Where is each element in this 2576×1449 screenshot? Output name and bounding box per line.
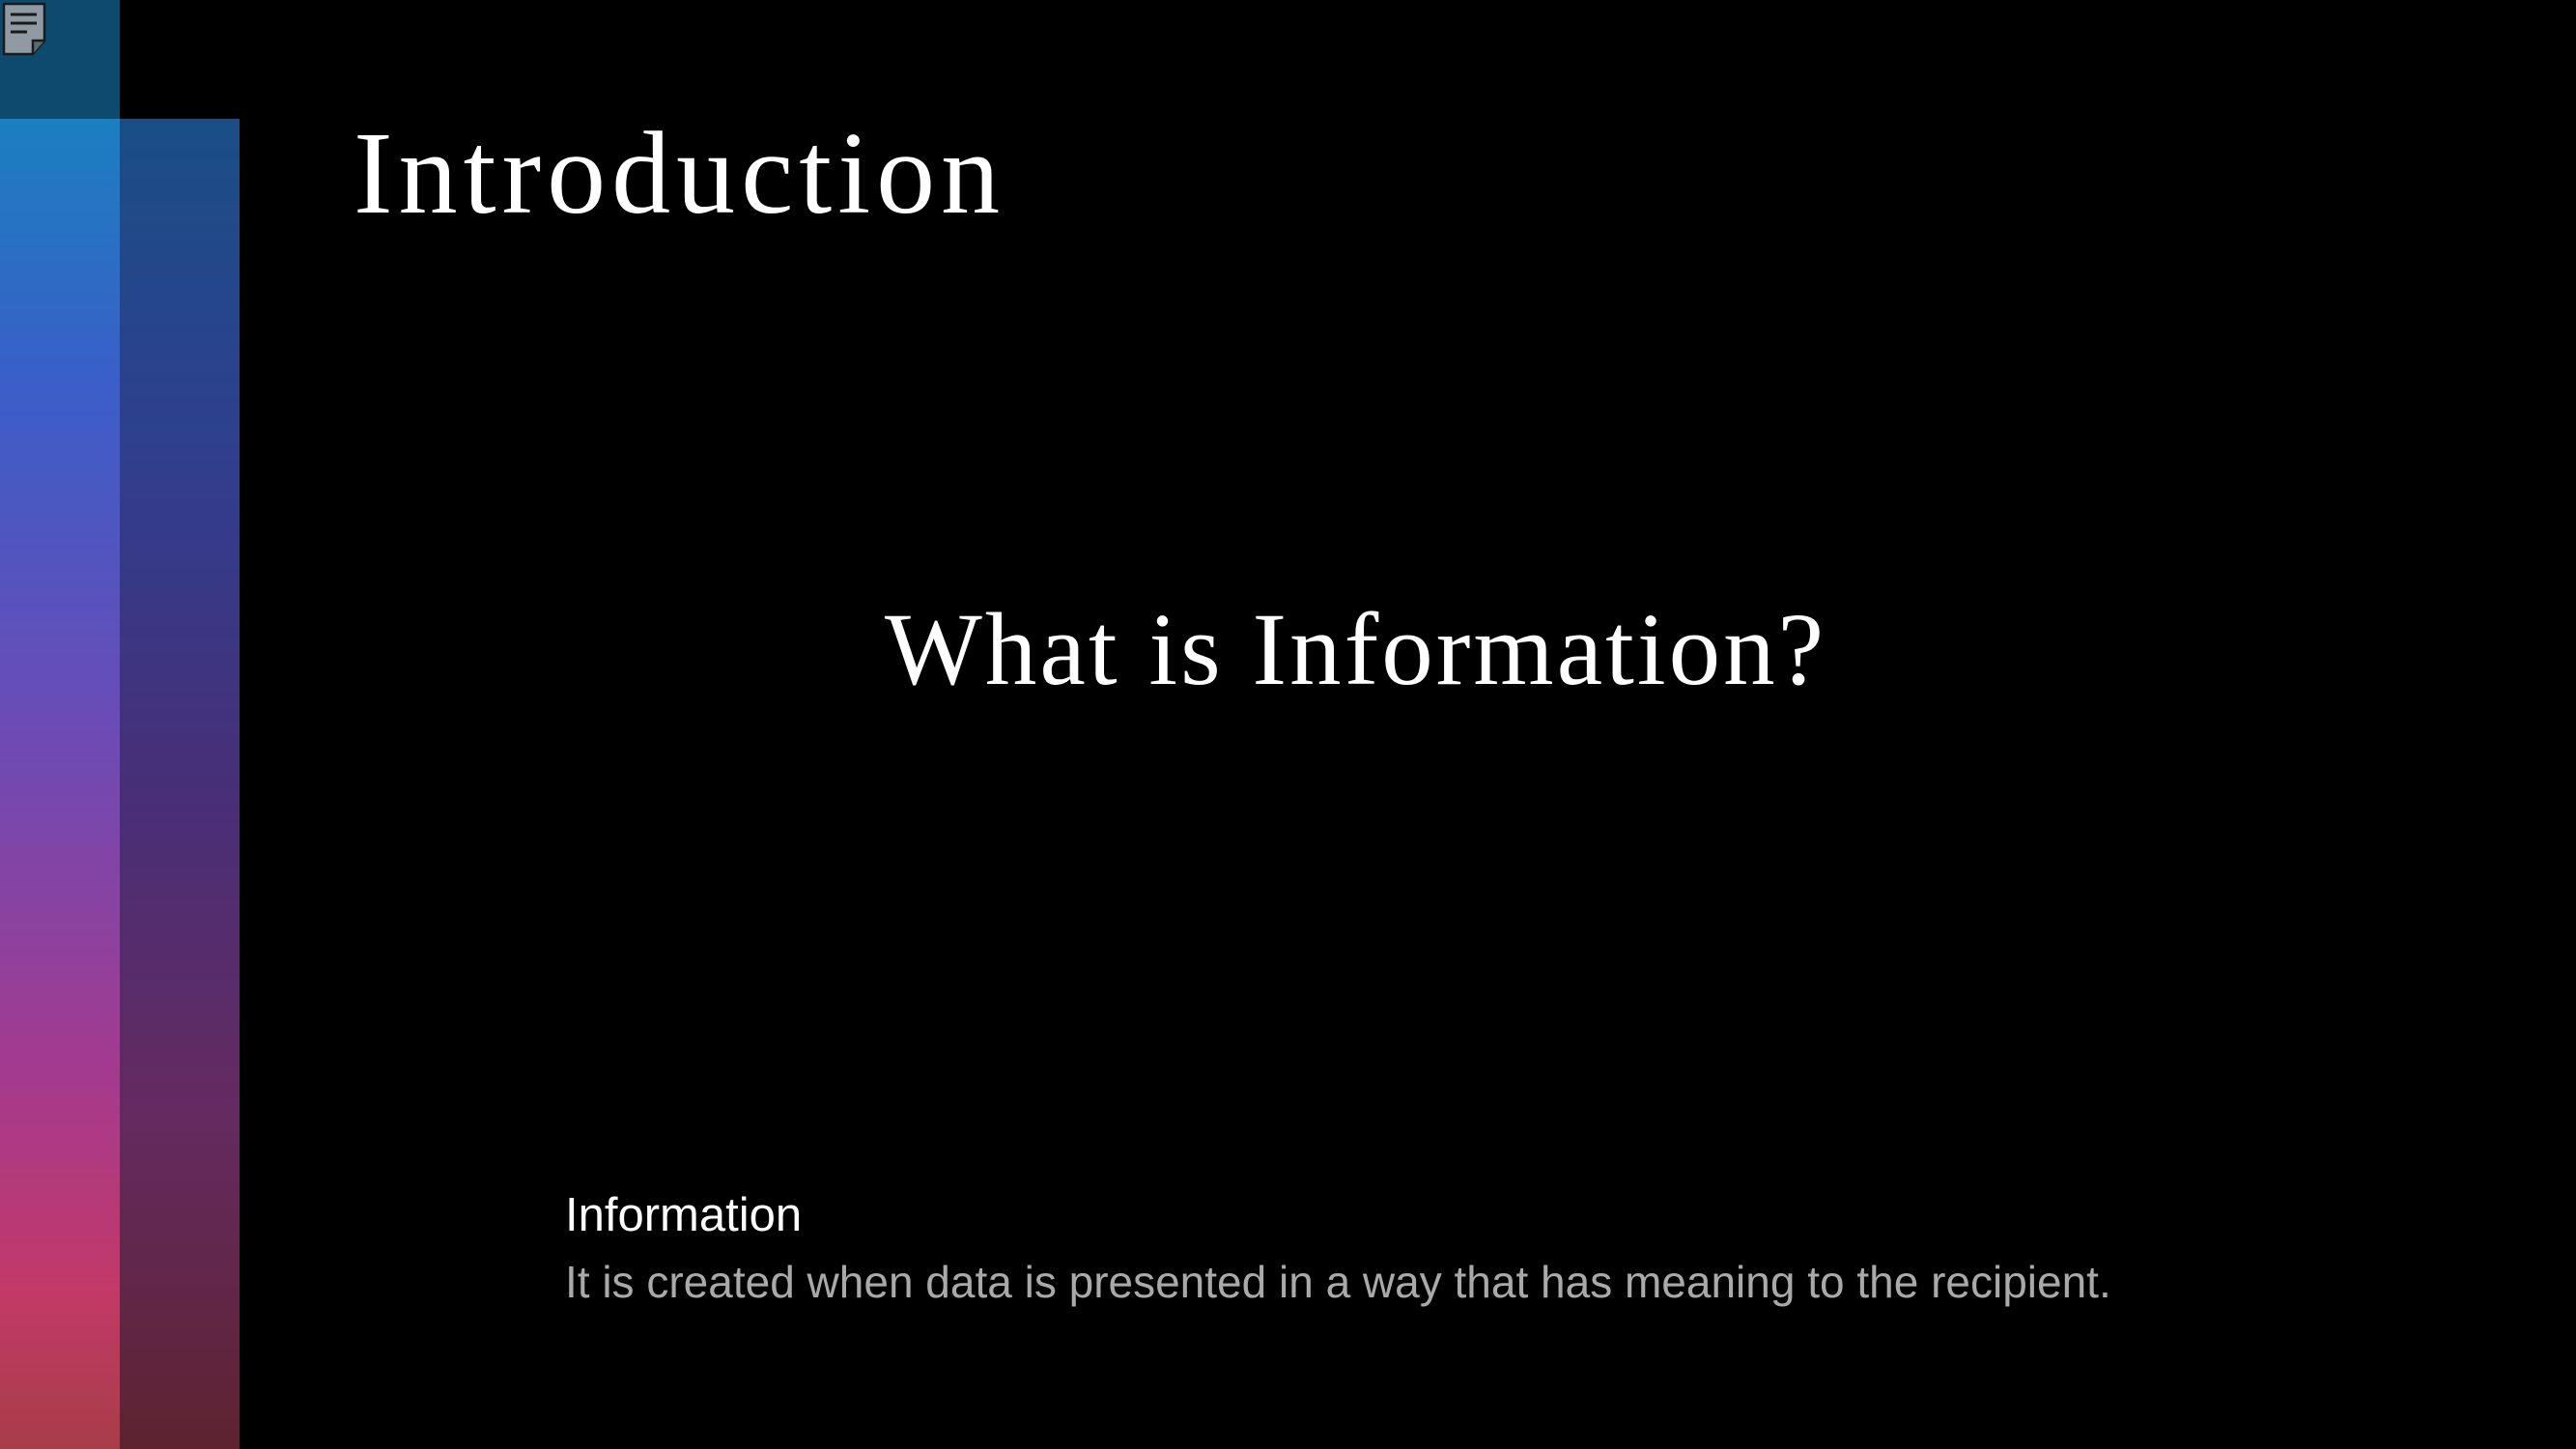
definition-term: Information xyxy=(565,1189,803,1241)
slide-title: Introduction xyxy=(354,108,1006,239)
gradient-accent-bar xyxy=(0,119,120,1449)
gradient-accent-bar-dark xyxy=(120,119,240,1449)
definition-text: It is created when data is presented in … xyxy=(565,1257,2111,1307)
corner-block xyxy=(0,0,120,119)
slide: Introduction What is Information? Inform… xyxy=(0,0,2576,1449)
notes-document-icon[interactable] xyxy=(2,2,46,56)
slide-question: What is Information? xyxy=(884,593,1827,707)
